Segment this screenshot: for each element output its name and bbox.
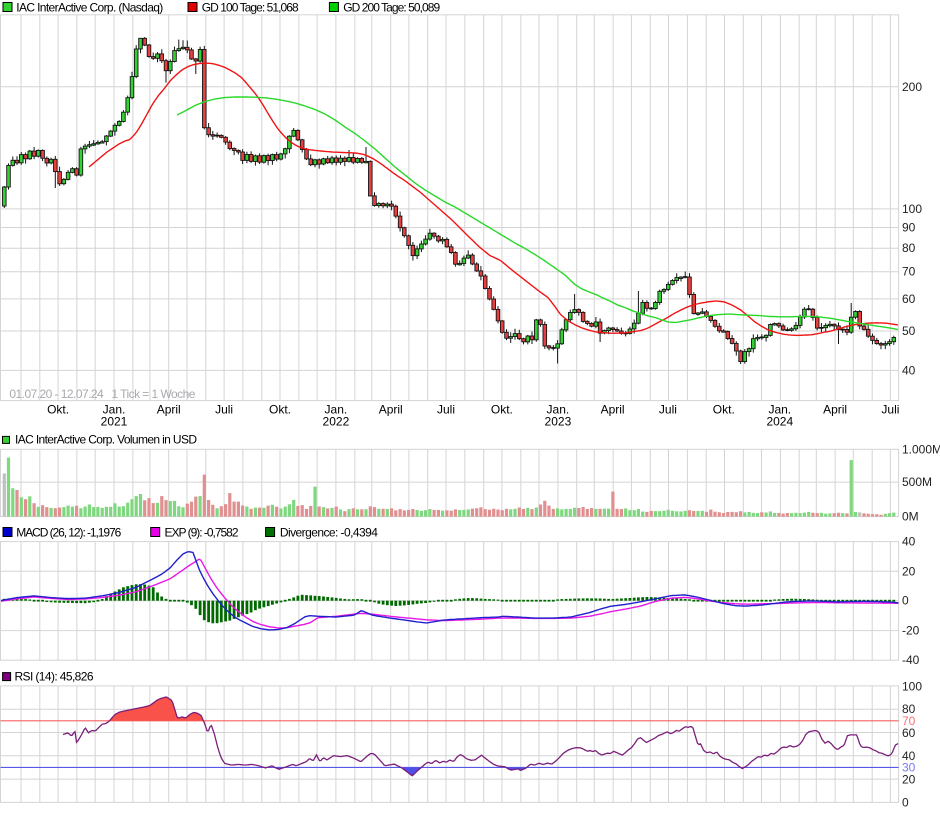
svg-text:500M: 500M bbox=[902, 475, 932, 489]
svg-text:Okt.: Okt. bbox=[491, 403, 513, 417]
svg-text:Juli: Juli bbox=[881, 403, 899, 417]
svg-text:2021: 2021 bbox=[101, 415, 128, 429]
svg-text:Okt.: Okt. bbox=[269, 403, 291, 417]
svg-text:IAC InterActive Corp. (Nasdaq): IAC InterActive Corp. (Nasdaq) bbox=[16, 1, 163, 15]
svg-text:200: 200 bbox=[902, 80, 922, 94]
svg-text:EXP (9): -0,7582: EXP (9): -0,7582 bbox=[165, 526, 239, 540]
svg-text:MACD (26, 12): -1,1976: MACD (26, 12): -1,1976 bbox=[16, 526, 121, 540]
svg-text:70: 70 bbox=[902, 265, 916, 279]
svg-text:20: 20 bbox=[902, 564, 916, 578]
svg-text:50: 50 bbox=[902, 324, 916, 338]
svg-text:100: 100 bbox=[902, 679, 922, 693]
svg-text:0: 0 bbox=[902, 796, 909, 810]
svg-text:GD 200 Tage: 50,089: GD 200 Tage: 50,089 bbox=[343, 1, 440, 15]
svg-text:-40: -40 bbox=[902, 653, 920, 667]
svg-text:Okt.: Okt. bbox=[47, 403, 69, 417]
svg-text:Juli: Juli bbox=[659, 403, 677, 417]
svg-text:GD 100 Tage: 51,068: GD 100 Tage: 51,068 bbox=[202, 1, 299, 15]
svg-text:Divergence: -0,4394: Divergence: -0,4394 bbox=[280, 526, 378, 540]
svg-text:April: April bbox=[157, 403, 181, 417]
svg-text:0M: 0M bbox=[902, 510, 919, 524]
svg-text:April: April bbox=[823, 403, 847, 417]
svg-text:80: 80 bbox=[902, 241, 916, 255]
svg-text:April: April bbox=[379, 403, 403, 417]
svg-text:2023: 2023 bbox=[545, 415, 572, 429]
svg-text:1.000M: 1.000M bbox=[902, 442, 940, 456]
svg-text:-20: -20 bbox=[902, 624, 920, 638]
svg-text:20: 20 bbox=[902, 772, 916, 786]
svg-text:Juli: Juli bbox=[437, 403, 455, 417]
svg-text:IAC InterActive Corp. Volumen: IAC InterActive Corp. Volumen in USD bbox=[15, 433, 197, 447]
svg-text:01.07.20 - 12.07.24 1 Tick =: 01.07.20 - 12.07.24 1 Tick = 1 Woche bbox=[9, 387, 195, 401]
svg-text:Okt.: Okt. bbox=[713, 403, 735, 417]
svg-text:40: 40 bbox=[902, 363, 916, 377]
svg-text:2022: 2022 bbox=[323, 415, 350, 429]
svg-text:0: 0 bbox=[902, 594, 909, 608]
svg-text:April: April bbox=[601, 403, 625, 417]
svg-text:100: 100 bbox=[902, 202, 922, 216]
svg-text:90: 90 bbox=[902, 221, 916, 235]
svg-text:RSI (14): 45,826: RSI (14): 45,826 bbox=[15, 670, 94, 684]
svg-text:40: 40 bbox=[902, 535, 916, 549]
svg-text:60: 60 bbox=[902, 292, 916, 306]
svg-text:2024: 2024 bbox=[766, 415, 793, 429]
svg-text:Juli: Juli bbox=[215, 403, 233, 417]
svg-text:60: 60 bbox=[902, 726, 916, 740]
